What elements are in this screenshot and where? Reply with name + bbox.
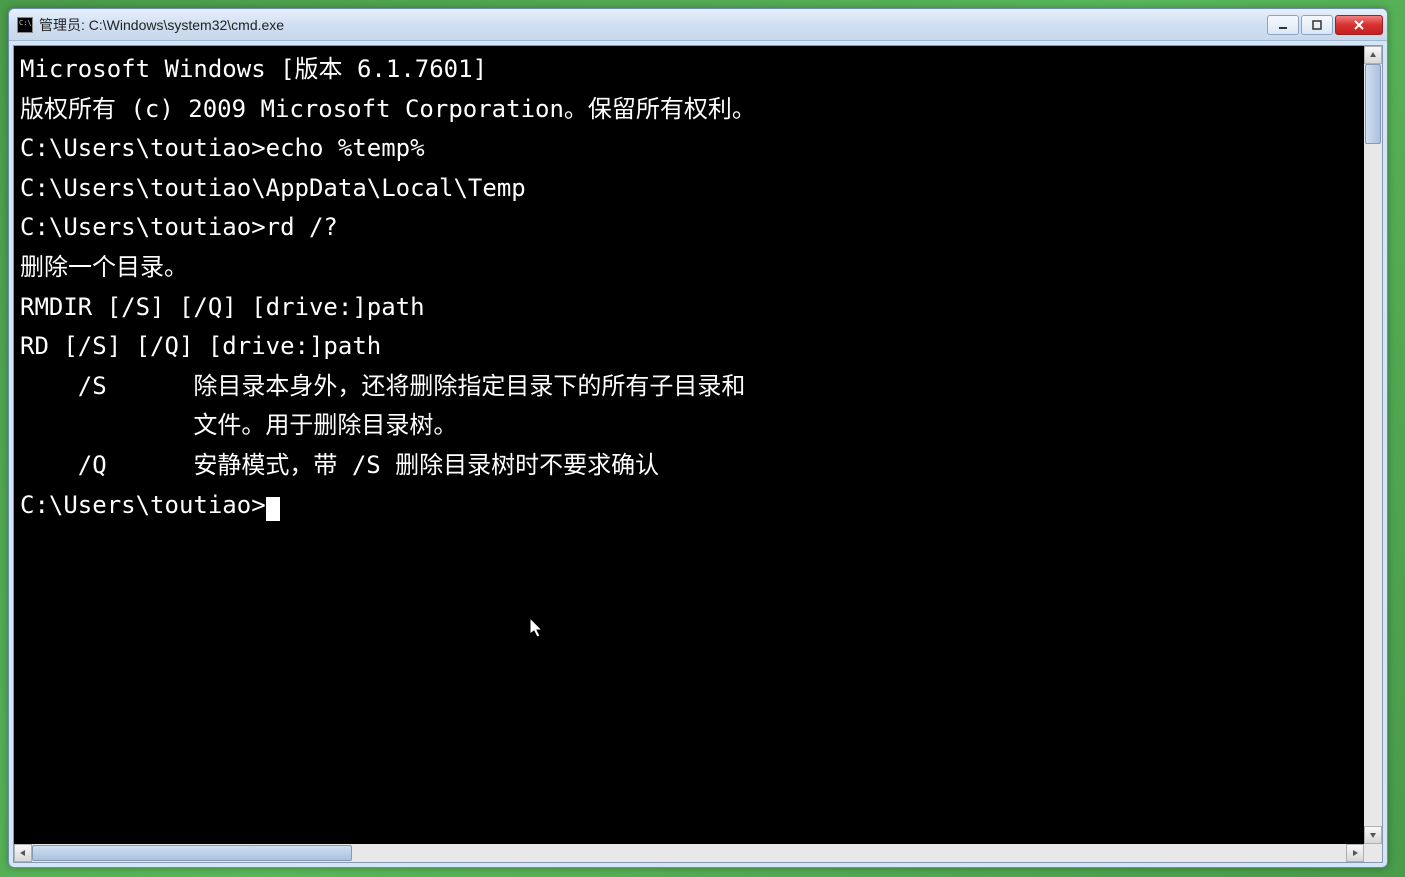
maximize-button[interactable] [1301,15,1333,35]
console-line: 版权所有 (c) 2009 Microsoft Corporation。保留所有… [20,90,1358,130]
console-line: Microsoft Windows [版本 6.1.7601] [20,50,1358,90]
console-line: C:\Users\toutiao> [20,486,1358,526]
cmd-icon [17,17,33,33]
console-frame: Microsoft Windows [版本 6.1.7601]版权所有 (c) … [13,45,1383,863]
scroll-left-button[interactable] [14,844,32,862]
close-button[interactable] [1335,15,1383,35]
console-line: 删除一个目录。 [20,248,1358,288]
window-title: 管理员: C:\Windows\system32\cmd.exe [39,15,1267,35]
vertical-scrollbar[interactable] [1364,46,1382,844]
hscroll-thumb[interactable] [32,845,352,861]
vscroll-thumb[interactable] [1365,64,1381,144]
titlebar[interactable]: 管理员: C:\Windows\system32\cmd.exe [9,9,1387,41]
window-controls [1267,15,1383,35]
console-line: /Q 安静模式，带 /S 删除目录树时不要求确认 [20,446,1358,486]
cmd-window: 管理员: C:\Windows\system32\cmd.exe Microso… [8,8,1388,868]
scroll-down-button[interactable] [1364,826,1382,844]
hscroll-track[interactable] [32,844,1346,862]
vscroll-track[interactable] [1364,64,1382,826]
console-line: RMDIR [/S] [/Q] [drive:]path [20,288,1358,328]
minimize-button[interactable] [1267,15,1299,35]
horizontal-scrollbar[interactable] [14,844,1364,862]
scroll-up-button[interactable] [1364,46,1382,64]
console-line: RD [/S] [/Q] [drive:]path [20,327,1358,367]
scroll-corner [1364,844,1382,862]
console-line: C:\Users\toutiao\AppData\Local\Temp [20,169,1358,209]
console-output[interactable]: Microsoft Windows [版本 6.1.7601]版权所有 (c) … [14,46,1364,844]
console-line: 文件。用于删除目录树。 [20,406,1358,446]
console-line: /S 除目录本身外，还将删除指定目录下的所有子目录和 [20,367,1358,407]
scroll-right-button[interactable] [1346,844,1364,862]
console-line: C:\Users\toutiao>echo %temp% [20,129,1358,169]
cursor-icon [266,497,280,521]
console-line: C:\Users\toutiao>rd /? [20,208,1358,248]
